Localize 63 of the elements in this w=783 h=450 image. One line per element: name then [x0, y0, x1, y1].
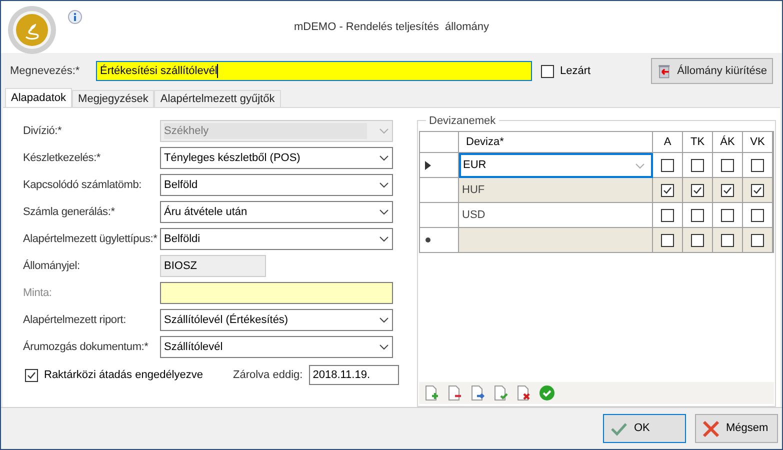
- dropdown[interactable]: Szállítólevél (Értékesítés): [160, 309, 393, 331]
- field-label: Árumozgás dokumentum:*: [22, 340, 150, 355]
- checkbox[interactable]: [721, 234, 734, 246]
- field-label: Kapcsolódó számlatömb:: [22, 178, 142, 193]
- checkbox-label: Lezárt: [560, 64, 591, 79]
- dropdown[interactable]: Tényleges készletből (POS): [160, 147, 393, 169]
- checkbox-label: Raktárközi átadás engedélyezve: [44, 368, 203, 383]
- field-label: Zárolva eddig:: [233, 368, 303, 383]
- field-label: Alapértelmezett riport:: [22, 312, 127, 328]
- field-label: Minta:: [22, 286, 53, 301]
- approve-document-icon[interactable]: [493, 385, 509, 401]
- table-cell: HUF: [459, 178, 653, 203]
- text-field[interactable]: [160, 282, 393, 304]
- checkbox[interactable]: [751, 208, 764, 222]
- checkbox[interactable]: [661, 208, 674, 222]
- checkmark-icon: [610, 420, 628, 436]
- checkbox[interactable]: [721, 184, 734, 196]
- dropdown[interactable]: Belföldi: [160, 228, 393, 250]
- checkbox[interactable]: [661, 158, 674, 172]
- name-field[interactable]: Értékesítési szállítólevél: [96, 61, 532, 81]
- checkbox[interactable]: [751, 234, 764, 246]
- table-cell: USD: [459, 203, 653, 228]
- checkbox[interactable]: [721, 158, 734, 172]
- currency-dropdown[interactable]: EUR: [459, 153, 653, 178]
- field-label: Készletkezelés:*: [22, 150, 102, 166]
- checkbox[interactable]: [691, 234, 704, 246]
- export-document-icon[interactable]: [470, 385, 486, 401]
- dropdown[interactable]: Áru átvétele után: [160, 201, 393, 223]
- dropdown[interactable]: Belföld: [160, 174, 393, 196]
- tab[interactable]: Megjegyzések: [72, 90, 154, 107]
- date-field[interactable]: 2018.11.19.: [308, 365, 399, 385]
- field-label: Számla generálás:*: [22, 204, 116, 220]
- checkbox[interactable]: [541, 64, 554, 78]
- checkbox[interactable]: [721, 208, 734, 222]
- check-circle-icon[interactable]: [539, 385, 555, 401]
- checkbox[interactable]: [751, 184, 764, 196]
- tab[interactable]: Alapadatok: [5, 88, 72, 107]
- dropdown[interactable]: Szállítólevél: [160, 336, 393, 358]
- ok-button[interactable]: OK: [603, 414, 686, 443]
- current-row-icon: [425, 160, 431, 170]
- checkbox[interactable]: [751, 158, 764, 172]
- checkbox[interactable]: [691, 208, 704, 222]
- row-header[interactable]: [420, 153, 459, 178]
- trash-icon: [657, 62, 672, 80]
- new-row-icon: [425, 237, 431, 243]
- checkbox[interactable]: [691, 158, 704, 172]
- field-label: Alapértelmezett ügylettípus:*: [22, 232, 158, 247]
- field-label: Divízió:*: [22, 124, 63, 139]
- cancel-button[interactable]: Mégsem: [695, 414, 778, 443]
- field-label: Állományjel:: [22, 258, 81, 274]
- remove-document-icon[interactable]: [447, 385, 463, 401]
- clear-button[interactable]: Állomány kiürítése: [651, 58, 773, 84]
- delete-document-icon[interactable]: [516, 385, 532, 401]
- tab[interactable]: Alapértelmezett gyűjtők: [154, 90, 281, 107]
- checkbox[interactable]: [661, 184, 674, 196]
- checkbox[interactable]: [25, 368, 38, 382]
- info-icon[interactable]: [68, 10, 82, 24]
- checkbox[interactable]: [661, 234, 674, 246]
- field-label: Megnevezés:*: [10, 64, 81, 79]
- checkbox[interactable]: [691, 184, 704, 196]
- window-title: mDEMO - Rendelés teljesítés állomány: [294, 20, 489, 35]
- close-icon: [702, 420, 720, 438]
- add-document-icon[interactable]: [424, 385, 440, 401]
